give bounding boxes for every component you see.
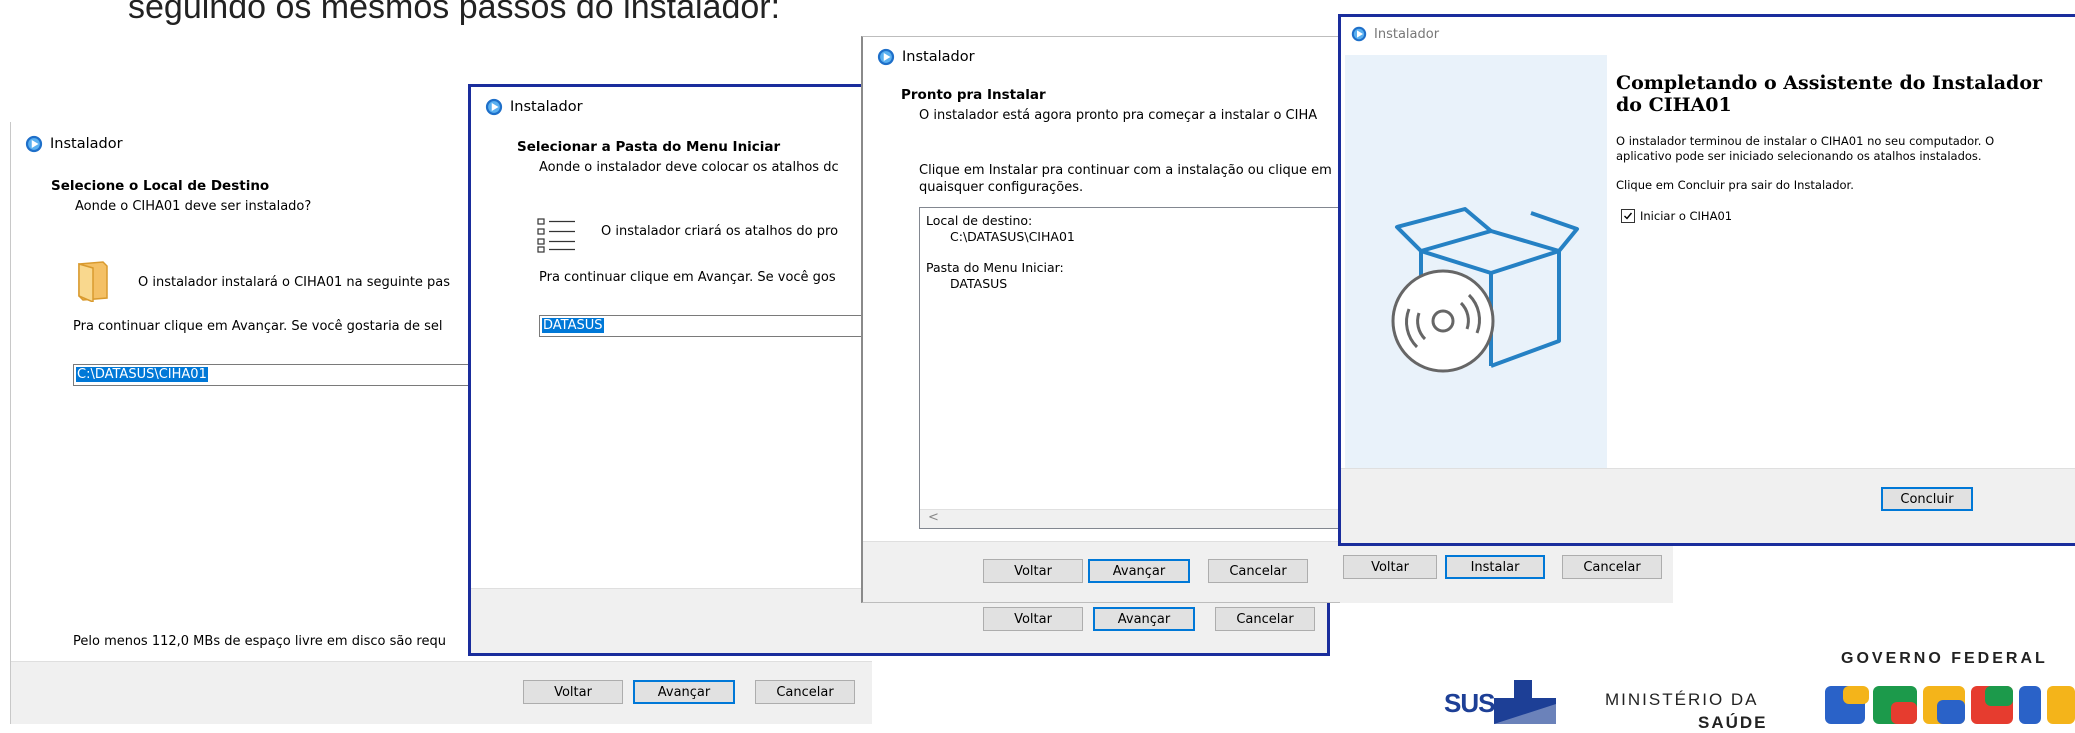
checkmark-icon: [1624, 212, 1633, 220]
page-heading: Selecione o Local de Destino: [51, 178, 270, 194]
install-instruction-line1: Clique em Instalar pra continuar com a i…: [919, 163, 1332, 178]
installer-logo-icon: [25, 135, 43, 153]
scroll-left-arrow-icon[interactable]: <: [928, 510, 939, 525]
finish-description-line1: O instalador terminou de instalar o CIHA…: [1616, 134, 1995, 148]
finish-description-line2: aplicativo pode ser iniciado selecionand…: [1616, 149, 1982, 163]
destination-info: O instalador instalará o CIHA01 na segui…: [138, 275, 451, 290]
window-title: Instalador: [902, 49, 975, 65]
installer-logo-icon: [877, 48, 895, 66]
launch-checkbox[interactable]: [1621, 209, 1635, 223]
sus-logo-text: SUS: [1444, 688, 1495, 718]
destination-label: Local de destino:: [926, 213, 1033, 228]
ministerio-line2: SAÚDE: [1698, 713, 1768, 732]
start-menu-value: DATASUS: [950, 276, 1008, 291]
window-footer: Concluir: [1341, 468, 2075, 543]
back-button[interactable]: Voltar: [523, 680, 623, 704]
next-button[interactable]: Avançar: [1093, 607, 1195, 631]
window-title: Instalador: [50, 136, 123, 152]
folder-icon: [78, 261, 108, 302]
continue-instruction: Pra continuar clique em Avançar. Se você…: [73, 319, 443, 334]
package-box-icon: [1391, 207, 1579, 373]
disk-space-requirement: Pelo menos 112,0 MBs de espaço livre em …: [73, 634, 446, 649]
install-button[interactable]: Instalar: [1445, 555, 1545, 579]
sus-cross-icon: [1494, 680, 1556, 724]
cancel-button[interactable]: Cancelar: [1215, 607, 1315, 631]
installer-logo-icon: [485, 98, 503, 116]
slide-heading: seguindo os mesmos passos do instalador:: [128, 0, 781, 26]
back-button[interactable]: Voltar: [983, 559, 1083, 583]
title-bar: Instalador: [1341, 19, 2075, 49]
ready-window-footer-extension: Voltar Instalar Cancelar: [1340, 545, 1673, 603]
cancel-button[interactable]: Cancelar: [1208, 559, 1308, 583]
finish-button[interactable]: Concluir: [1881, 487, 1973, 511]
continue-instruction: Pra continuar clique em Avançar. Se você…: [539, 270, 836, 285]
window-title: Instalador: [1374, 26, 1440, 42]
launch-checkbox-row[interactable]: Iniciar o CIHA01: [1621, 209, 1732, 223]
page-subheading: Aonde o CIHA01 deve ser instalado?: [75, 199, 312, 214]
back-button-secondary[interactable]: Voltar: [1343, 555, 1437, 579]
window-footer: Voltar Avançar Cancelar: [11, 661, 872, 724]
cancel-button[interactable]: Cancelar: [755, 680, 855, 704]
page-heading: Pronto pra Instalar: [901, 87, 1046, 103]
governo-federal-label: GOVERNO FEDERAL: [1841, 650, 2048, 667]
launch-checkbox-label: Iniciar o CIHA01: [1640, 209, 1733, 223]
installer-logo-icon: [1351, 26, 1367, 42]
next-button[interactable]: Avançar: [633, 680, 735, 704]
brasil-logo-icon: [1825, 686, 2075, 724]
destination-path-value: C:\DATASUS\CIHA01: [76, 367, 208, 382]
page-subheading: Aonde o instalador deve colocar os atalh…: [539, 160, 839, 175]
government-logos: SUS MINISTÉRIO DA SAÚDE GOVERNO FEDERAL: [1440, 648, 2075, 732]
next-button[interactable]: Avançar: [1088, 559, 1190, 583]
finish-heading-line1: Completando o Assistente do Instalador: [1616, 72, 2043, 94]
finish-heading-line2: do CIHA01: [1616, 94, 1732, 116]
install-instruction-line2: quaisquer configurações.: [919, 180, 1084, 195]
page-heading: Selecionar a Pasta do Menu Iniciar: [517, 139, 781, 155]
destination-path-input[interactable]: C:\DATASUS\CIHA01: [73, 364, 493, 386]
shortcut-info: O instalador criará os atalhos do pro: [601, 224, 839, 239]
wizard-sidebar: [1345, 55, 1607, 475]
window-title: Instalador: [510, 99, 583, 115]
destination-value: C:\DATASUS\CIHA01: [950, 229, 1075, 244]
page-subheading: O instalador está agora pronto pra começ…: [919, 108, 1318, 123]
cancel-button-secondary[interactable]: Cancelar: [1562, 555, 1662, 579]
sus-logo: SUS: [1440, 680, 1560, 724]
ministerio-line1: MINISTÉRIO DA: [1605, 690, 1759, 709]
finish-description-line3: Clique em Concluir pra sair do Instalado…: [1616, 178, 1854, 192]
shortcut-list-icon: [537, 218, 575, 253]
installer-window-finish: Instalador Completando o Assistente do I…: [1338, 14, 2075, 546]
start-menu-folder-value: DATASUS: [542, 318, 604, 333]
back-button[interactable]: Voltar: [983, 607, 1083, 631]
start-menu-label: Pasta do Menu Iniciar:: [926, 260, 1064, 275]
